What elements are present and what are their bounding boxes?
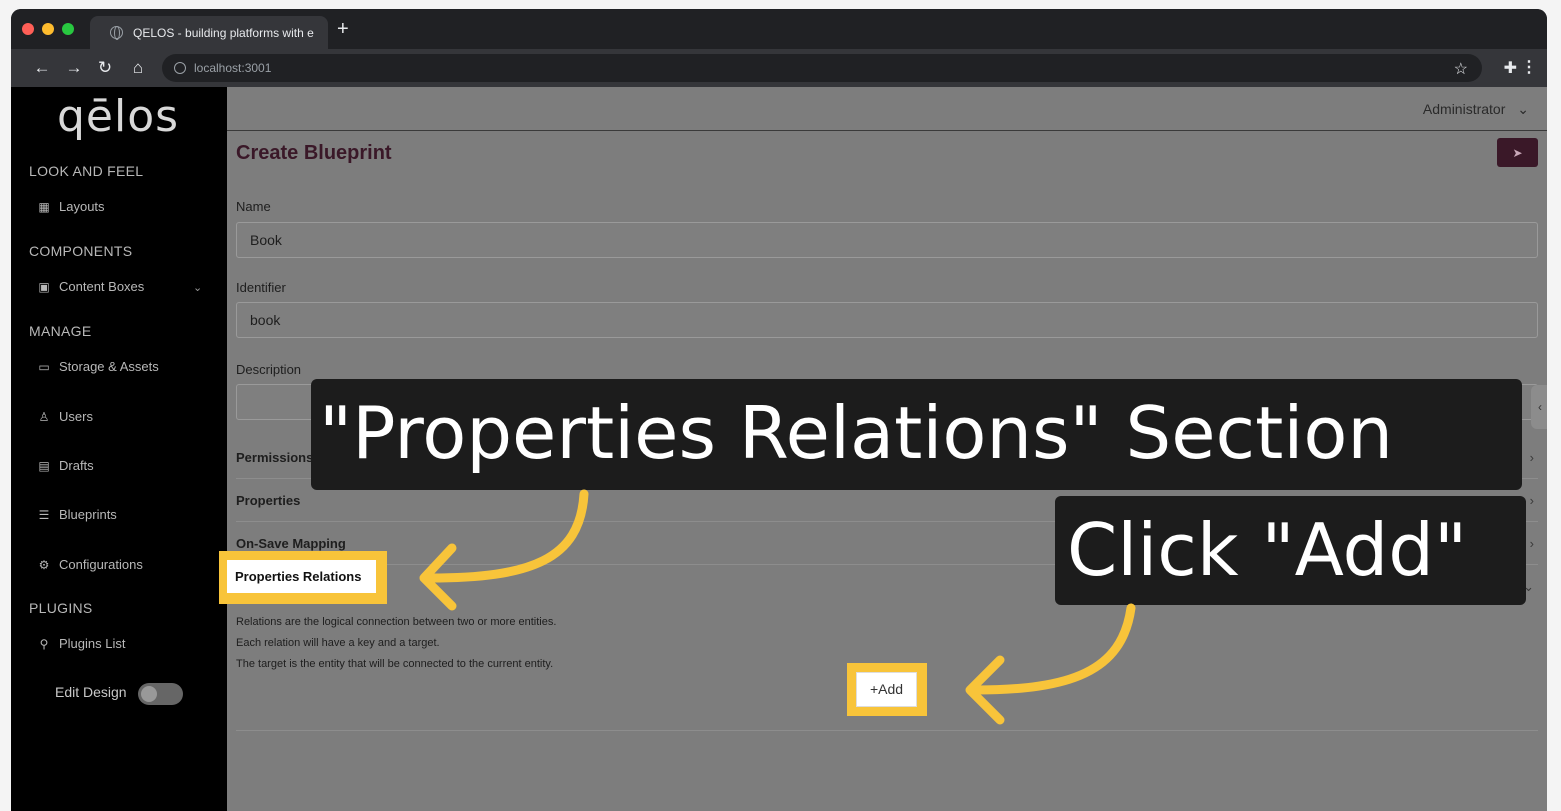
gear-icon: ⚙	[38, 557, 50, 572]
minimize-window-button[interactable]	[42, 23, 54, 35]
relations-description-line: Each relation will have a key and a targ…	[236, 637, 440, 649]
site-info-icon[interactable]	[174, 62, 186, 74]
qelos-logo[interactable]: qēlos	[57, 91, 179, 142]
edit-design-label: Edit Design	[55, 684, 127, 700]
sidebar-item-label: Configurations	[59, 557, 143, 572]
section-title: Properties	[236, 493, 301, 508]
sidebar-item-label: Layouts	[59, 199, 105, 214]
tab-strip: QELOS - building platforms with e +	[11, 9, 1547, 49]
edit-design-toggle[interactable]	[138, 683, 183, 705]
sidebar-item-layouts[interactable]: ▦ Layouts	[37, 199, 105, 214]
sidebar-item-label: Storage & Assets	[59, 359, 159, 374]
chevron-right-icon: ›	[1529, 493, 1534, 508]
callout-banner-section: "Properties Relations" Section	[311, 379, 1522, 490]
new-tab-button[interactable]: +	[337, 19, 349, 39]
section-plugins: PLUGINS	[29, 600, 93, 616]
url-text: localhost:3001	[194, 61, 272, 75]
back-icon[interactable]: ←	[32, 58, 52, 78]
add-relation-button[interactable]: +Add	[856, 672, 917, 707]
maximize-window-button[interactable]	[62, 23, 74, 35]
sidebar-item-label: Users	[59, 409, 93, 424]
address-bar[interactable]: localhost:3001 ☆	[162, 54, 1482, 82]
user-icon: ♙	[38, 409, 50, 424]
chevron-down-icon[interactable]: ⌄	[193, 281, 202, 294]
grid-icon: ▦	[38, 199, 50, 214]
sidebar-item-storage[interactable]: ▭ Storage & Assets	[37, 359, 159, 374]
sidebar-item-blueprints[interactable]: ☰ Blueprints	[37, 507, 117, 522]
page-title: Create Blueprint	[236, 142, 392, 164]
bookmark-star-icon[interactable]: ☆	[1454, 59, 1468, 79]
section-title: On-Save Mapping	[236, 536, 346, 551]
chevron-down-icon: ⌄	[1517, 101, 1529, 117]
browser-tab[interactable]: QELOS - building platforms with e	[90, 16, 328, 49]
sidebar: qēlos LOOK AND FEEL ▦ Layouts COMPONENTS…	[11, 87, 227, 811]
sidebar-item-plugins-list[interactable]: ⚲ Plugins List	[37, 636, 126, 651]
user-menu[interactable]: Administrator ⌄	[1423, 101, 1529, 118]
sidebar-item-configurations[interactable]: ⚙ Configurations	[37, 557, 143, 572]
storage-icon: ▭	[38, 359, 50, 374]
divider	[236, 730, 1538, 731]
sidebar-item-content-boxes[interactable]: ▣ Content Boxes	[37, 279, 144, 294]
sidebar-item-users[interactable]: ♙ Users	[37, 409, 93, 424]
top-header: Administrator ⌄	[227, 87, 1547, 131]
section-look-and-feel: LOOK AND FEEL	[29, 163, 144, 179]
description-label: Description	[236, 362, 302, 377]
name-field[interactable]: Book	[236, 222, 1538, 258]
add-highlight: +Add	[847, 663, 927, 716]
relations-description-line: Relations are the logical connection bet…	[236, 616, 557, 628]
section-manage: MANAGE	[29, 323, 92, 339]
sidebar-item-label: Content Boxes	[59, 279, 145, 294]
box-icon: ▣	[38, 279, 50, 294]
close-window-button[interactable]	[22, 23, 34, 35]
tab-title: QELOS - building platforms with e	[133, 25, 314, 40]
properties-relations-title[interactable]: Properties Relations	[227, 560, 376, 593]
section-components: COMPONENTS	[29, 243, 133, 259]
browser-menu-icon[interactable]: ⋮	[1521, 57, 1537, 77]
sidebar-item-label: Blueprints	[59, 507, 117, 522]
side-panel-toggle[interactable]: ‹	[1531, 385, 1547, 429]
chevron-right-icon: ›	[1529, 536, 1534, 551]
forward-icon[interactable]: →	[64, 58, 84, 78]
document-icon: ▤	[38, 458, 50, 473]
user-menu-label: Administrator	[1422, 101, 1506, 117]
submit-button[interactable]: ➤	[1497, 138, 1538, 167]
sidebar-item-label: Drafts	[59, 458, 94, 473]
plug-icon: ⚲	[39, 636, 49, 651]
relations-highlight: Properties Relations	[219, 551, 387, 604]
database-icon: ☰	[38, 507, 50, 522]
home-icon[interactable]: ⌂	[128, 58, 148, 78]
globe-icon	[110, 26, 123, 40]
identifier-field[interactable]: book	[236, 302, 1538, 338]
reload-icon[interactable]: ↻	[95, 58, 115, 78]
send-icon: ➤	[1512, 145, 1523, 160]
sidebar-item-label: Plugins List	[59, 636, 126, 651]
browser-toolbar: ← → ↻ ⌂ localhost:3001 ☆ ✚ ⋮	[11, 49, 1547, 87]
chevron-left-icon: ‹	[1538, 400, 1542, 414]
identifier-label: Identifier	[236, 280, 286, 295]
chevron-right-icon: ›	[1529, 450, 1534, 465]
extensions-icon[interactable]: ✚	[1504, 58, 1517, 78]
callout-banner-click: Click "Add"	[1055, 496, 1526, 605]
name-label: Name	[236, 199, 271, 214]
relations-description-line: The target is the entity that will be co…	[236, 658, 554, 670]
sidebar-item-drafts[interactable]: ▤ Drafts	[37, 458, 94, 473]
